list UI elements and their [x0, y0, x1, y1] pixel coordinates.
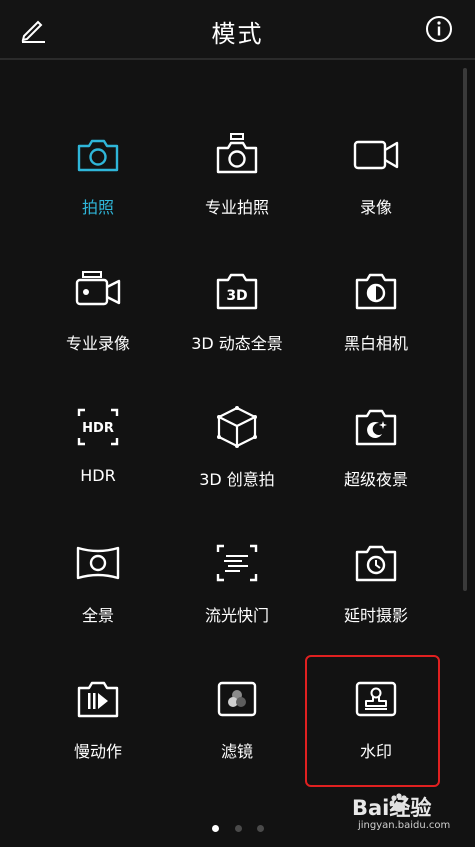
- timelapse-icon: [355, 545, 397, 582]
- highlight-box: [305, 655, 440, 787]
- mode-pro-video[interactable]: 专业录像: [28, 266, 168, 386]
- cube-icon: [217, 406, 257, 448]
- mode-timelapse[interactable]: 延时摄影: [306, 538, 446, 658]
- pro-camera-icon: [216, 133, 258, 174]
- paw-icon: [389, 793, 407, 812]
- mode-label: HDR: [80, 466, 116, 485]
- mode-photo[interactable]: 拍照: [28, 130, 168, 250]
- mode-label: 全景: [81, 606, 114, 625]
- hdr-icon: HDR: [77, 408, 119, 446]
- mode-pro-photo[interactable]: 专业拍照: [167, 130, 307, 250]
- pro-video-icon: [75, 271, 121, 306]
- mode-video[interactable]: 录像: [306, 130, 446, 250]
- mode-label: 黑白相机: [343, 334, 408, 353]
- baidu-jingyan-watermark: Bai经验 jingyan.baidu.com: [352, 790, 467, 840]
- slow-motion-icon: [77, 681, 119, 718]
- page-dot-active[interactable]: [212, 825, 219, 832]
- mode-label: 流光快门: [204, 606, 269, 625]
- 3d-panorama-icon: 3D: [216, 273, 258, 310]
- monochrome-icon: [355, 273, 397, 310]
- mode-panorama[interactable]: 全景: [28, 538, 168, 658]
- light-painting-icon: [216, 544, 258, 582]
- page-indicator: [205, 825, 275, 835]
- mode-label: 3D 动态全景: [191, 334, 283, 353]
- mode-slow-motion[interactable]: 慢动作: [28, 674, 168, 794]
- mode-3d-panorama[interactable]: 3D 3D 动态全景: [167, 266, 307, 386]
- video-icon: [353, 140, 399, 170]
- mode-label: 慢动作: [73, 742, 122, 761]
- mode-label: 专业拍照: [204, 198, 269, 217]
- mode-label: 延时摄影: [343, 606, 408, 625]
- mode-monochrome[interactable]: 黑白相机: [306, 266, 446, 386]
- mode-label: 录像: [359, 198, 392, 217]
- filter-icon: [217, 681, 257, 717]
- watermark-url: jingyan.baidu.com: [358, 820, 451, 831]
- svg-text:HDR: HDR: [82, 421, 114, 436]
- mode-hdr[interactable]: HDR HDR: [28, 402, 168, 522]
- page-dot[interactable]: [257, 825, 264, 832]
- mode-label: 3D 创意拍: [199, 470, 275, 489]
- page-dot[interactable]: [235, 825, 242, 832]
- mode-light-painting[interactable]: 流光快门: [167, 538, 307, 658]
- svg-text:3D: 3D: [226, 288, 247, 304]
- panorama-icon: [76, 546, 120, 580]
- mode-label: 超级夜景: [343, 470, 408, 489]
- mode-super-night[interactable]: 超级夜景: [306, 402, 446, 522]
- camera-icon: [77, 139, 119, 172]
- night-icon: [355, 409, 397, 446]
- mode-label: 专业录像: [65, 334, 130, 353]
- mode-filter[interactable]: 滤镜: [167, 674, 307, 794]
- mode-label: 滤镜: [220, 742, 253, 761]
- mode-3d-creative[interactable]: 3D 创意拍: [167, 402, 307, 522]
- mode-label: 拍照: [81, 198, 114, 217]
